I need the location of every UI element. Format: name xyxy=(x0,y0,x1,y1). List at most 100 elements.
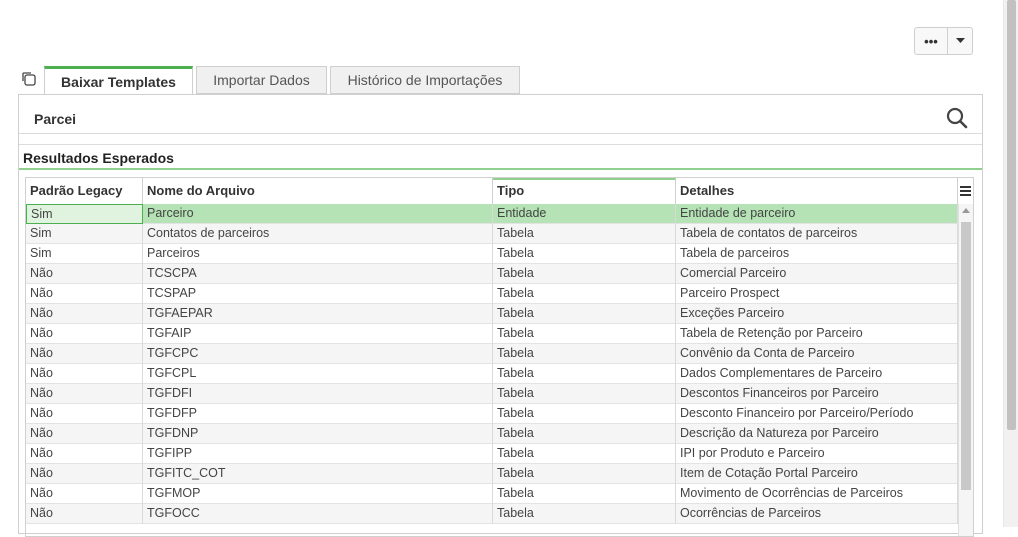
table-row[interactable]: Sim Parceiros Tabela Tabela de parceiros xyxy=(26,244,958,264)
table-row[interactable]: Não TGFITC_COT Tabela Item de Cotação Po… xyxy=(26,464,958,484)
cell-tipo[interactable]: Tabela xyxy=(493,344,676,364)
table-row[interactable]: Não TGFOCC Tabela Ocorrências de Parceir… xyxy=(26,504,958,524)
cell-tipo[interactable]: Tabela xyxy=(493,224,676,244)
cell-tipo[interactable]: Tabela xyxy=(493,464,676,484)
cell-tipo[interactable]: Tabela xyxy=(493,244,676,264)
tab-historico-importacoes[interactable]: Histórico de Importações xyxy=(330,66,520,94)
cell-nome-arquivo[interactable]: Parceiros xyxy=(143,244,493,264)
cell-nome-arquivo[interactable]: TGFMOP xyxy=(143,484,493,504)
cell-padrao-legacy[interactable]: Sim xyxy=(26,224,143,244)
column-header-padrao-legacy[interactable]: Padrão Legacy xyxy=(26,178,143,204)
column-header-tipo[interactable]: Tipo xyxy=(493,178,676,204)
cell-tipo[interactable]: Tabela xyxy=(493,484,676,504)
column-menu-icon[interactable] xyxy=(958,178,973,204)
cell-detalhes[interactable]: Tabela de Retenção por Parceiro xyxy=(676,324,958,344)
cell-detalhes[interactable]: Ocorrências de Parceiros xyxy=(676,504,958,524)
cell-nome-arquivo[interactable]: TGFAIP xyxy=(143,324,493,344)
cell-detalhes[interactable]: Tabela de contatos de parceiros xyxy=(676,224,958,244)
table-row[interactable]: Não TGFDFP Tabela Desconto Financeiro po… xyxy=(26,404,958,424)
cell-padrao-legacy[interactable]: Não xyxy=(26,344,143,364)
cell-detalhes[interactable]: Comercial Parceiro xyxy=(676,264,958,284)
cell-nome-arquivo[interactable]: TGFITC_COT xyxy=(143,464,493,484)
cell-nome-arquivo[interactable]: TGFOCC xyxy=(143,504,493,524)
copy-icon[interactable] xyxy=(21,71,37,92)
page-scrollbar[interactable] xyxy=(1003,0,1018,527)
cell-padrao-legacy[interactable]: Não xyxy=(26,484,143,504)
cell-padrao-legacy[interactable]: Não xyxy=(26,384,143,404)
cell-detalhes[interactable]: Item de Cotação Portal Parceiro xyxy=(676,464,958,484)
cell-detalhes[interactable]: Descontos Financeiros por Parceiro xyxy=(676,384,958,404)
cell-nome-arquivo[interactable]: TGFCPC xyxy=(143,344,493,364)
cell-padrao-legacy[interactable]: Não xyxy=(26,364,143,384)
cell-detalhes[interactable]: Exceções Parceiro xyxy=(676,304,958,324)
cell-nome-arquivo[interactable]: TCSPAP xyxy=(143,284,493,304)
column-header-detalhes[interactable]: Detalhes xyxy=(676,178,958,204)
table-row[interactable]: Sim Contatos de parceiros Tabela Tabela … xyxy=(26,224,958,244)
cell-padrao-legacy[interactable]: Não xyxy=(26,504,143,524)
tab-baixar-templates[interactable]: Baixar Templates xyxy=(44,66,193,95)
cell-padrao-legacy[interactable]: Não xyxy=(26,264,143,284)
dropdown-toggle-button[interactable] xyxy=(948,28,972,54)
grid-scrollbar-thumb[interactable] xyxy=(961,222,971,490)
search-input[interactable]: Parcei xyxy=(34,111,76,127)
cell-detalhes[interactable]: Entidade de parceiro xyxy=(676,204,958,224)
cell-nome-arquivo[interactable]: TGFAEPAR xyxy=(143,304,493,324)
grid-scrollbar[interactable] xyxy=(958,204,973,536)
cell-detalhes[interactable]: Tabela de parceiros xyxy=(676,244,958,264)
cell-nome-arquivo[interactable]: Contatos de parceiros xyxy=(143,224,493,244)
cell-detalhes[interactable]: Desconto Financeiro por Parceiro/Período xyxy=(676,404,958,424)
cell-tipo[interactable]: Tabela xyxy=(493,384,676,404)
search-bar[interactable]: Parcei xyxy=(19,95,982,134)
cell-nome-arquivo[interactable]: Parceiro xyxy=(143,204,493,224)
tab-panel: Parcei Resultados Esperados Padrão Legac… xyxy=(18,94,983,537)
cell-nome-arquivo[interactable]: TGFDFI xyxy=(143,384,493,404)
cell-tipo[interactable]: Tabela xyxy=(493,284,676,304)
page-scrollbar-thumb[interactable] xyxy=(1007,0,1016,430)
cell-tipo[interactable]: Tabela xyxy=(493,404,676,424)
tab-importar-dados[interactable]: Importar Dados xyxy=(196,66,327,94)
table-row[interactable]: Não TGFMOP Tabela Movimento de Ocorrênci… xyxy=(26,484,958,504)
table-row[interactable]: Não TGFCPC Tabela Convênio da Conta de P… xyxy=(26,344,958,364)
cell-padrao-legacy[interactable]: Não xyxy=(26,464,143,484)
table-row[interactable]: Não TGFAEPAR Tabela Exceções Parceiro xyxy=(26,304,958,324)
table-row[interactable]: Não TGFCPL Tabela Dados Complementares d… xyxy=(26,364,958,384)
cell-detalhes[interactable]: Parceiro Prospect xyxy=(676,284,958,304)
column-header-nome-arquivo[interactable]: Nome do Arquivo xyxy=(143,178,493,204)
table-row[interactable]: Sim Parceiro Entidade Entidade de parcei… xyxy=(26,204,958,224)
table-row[interactable]: Não TGFDFI Tabela Descontos Financeiros … xyxy=(26,384,958,404)
cell-padrao-legacy[interactable]: Sim xyxy=(26,244,143,264)
cell-nome-arquivo[interactable]: TGFCPL xyxy=(143,364,493,384)
cell-tipo[interactable]: Tabela xyxy=(493,324,676,344)
cell-detalhes[interactable]: Convênio da Conta de Parceiro xyxy=(676,344,958,364)
scroll-up-icon[interactable] xyxy=(962,208,970,213)
table-row[interactable]: Não TGFAIP Tabela Tabela de Retenção por… xyxy=(26,324,958,344)
cell-detalhes[interactable]: IPI por Produto e Parceiro xyxy=(676,444,958,464)
cell-padrao-legacy[interactable]: Não xyxy=(26,284,143,304)
cell-tipo[interactable]: Tabela xyxy=(493,444,676,464)
cell-tipo[interactable]: Tabela xyxy=(493,504,676,524)
cell-detalhes[interactable]: Descrição da Natureza por Parceiro xyxy=(676,424,958,444)
cell-tipo[interactable]: Tabela xyxy=(493,424,676,444)
cell-padrao-legacy[interactable]: Não xyxy=(26,304,143,324)
table-row[interactable]: Não TGFDNP Tabela Descrição da Natureza … xyxy=(26,424,958,444)
cell-tipo[interactable]: Tabela xyxy=(493,264,676,284)
cell-tipo[interactable]: Tabela xyxy=(493,304,676,324)
more-options-button[interactable]: ••• xyxy=(915,28,948,54)
cell-tipo[interactable]: Entidade xyxy=(493,204,676,224)
cell-padrao-legacy[interactable]: Sim xyxy=(26,204,143,224)
table-row[interactable]: Não TCSPAP Tabela Parceiro Prospect xyxy=(26,284,958,304)
cell-padrao-legacy[interactable]: Não xyxy=(26,404,143,424)
search-icon[interactable] xyxy=(946,107,968,134)
cell-detalhes[interactable]: Dados Complementares de Parceiro xyxy=(676,364,958,384)
cell-padrao-legacy[interactable]: Não xyxy=(26,324,143,344)
cell-nome-arquivo[interactable]: TCSCPA xyxy=(143,264,493,284)
cell-tipo[interactable]: Tabela xyxy=(493,364,676,384)
cell-padrao-legacy[interactable]: Não xyxy=(26,444,143,464)
table-row[interactable]: Não TCSCPA Tabela Comercial Parceiro xyxy=(26,264,958,284)
table-row[interactable]: Não TGFIPP Tabela IPI por Produto e Parc… xyxy=(26,444,958,464)
cell-padrao-legacy[interactable]: Não xyxy=(26,424,143,444)
cell-nome-arquivo[interactable]: TGFIPP xyxy=(143,444,493,464)
cell-nome-arquivo[interactable]: TGFDNP xyxy=(143,424,493,444)
cell-detalhes[interactable]: Movimento de Ocorrências de Parceiros xyxy=(676,484,958,504)
cell-nome-arquivo[interactable]: TGFDFP xyxy=(143,404,493,424)
